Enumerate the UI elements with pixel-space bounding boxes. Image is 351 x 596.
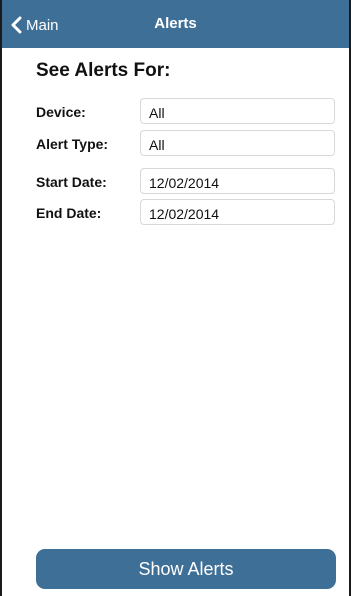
navigation-bar: Main Alerts	[2, 0, 349, 48]
start-date-label: Start Date:	[36, 174, 107, 190]
section-heading: See Alerts For:	[36, 60, 171, 81]
start-date-field[interactable]: 12/02/2014	[140, 168, 335, 194]
alert-type-row: Alert Type: All	[36, 130, 336, 158]
device-label: Device:	[36, 104, 86, 120]
show-alerts-button[interactable]: Show Alerts	[36, 549, 336, 589]
alert-type-label: Alert Type:	[36, 136, 109, 152]
end-date-field[interactable]: 12/02/2014	[140, 199, 335, 225]
device-field[interactable]: All	[140, 98, 335, 124]
alerts-screen: Main Alerts See Alerts For: Device: All …	[0, 0, 351, 596]
device-row: Device: All	[36, 98, 336, 126]
start-date-row: Start Date: 12/02/2014	[36, 168, 336, 196]
page-title: Alerts	[154, 15, 197, 32]
end-date-row: End Date: 12/02/2014	[36, 199, 336, 227]
alert-type-field[interactable]: All	[140, 130, 335, 156]
end-date-label: End Date:	[36, 205, 102, 221]
